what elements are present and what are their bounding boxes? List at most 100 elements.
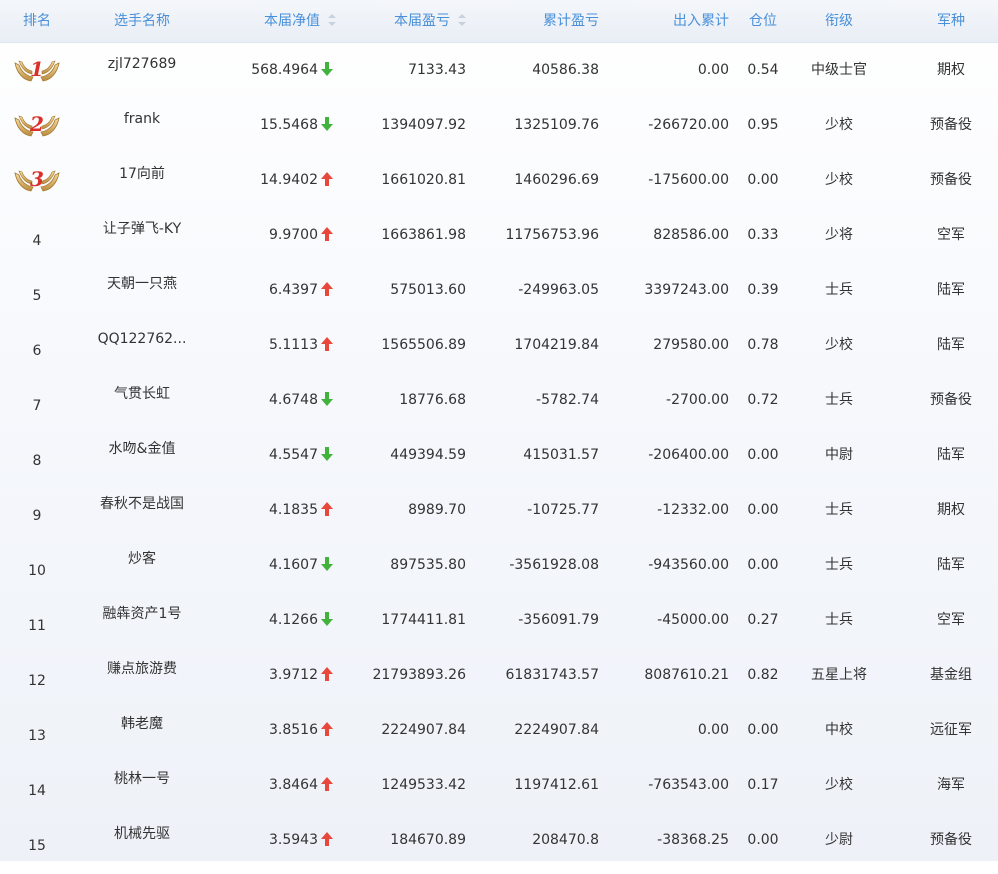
nav-value-text: 3.8464 xyxy=(269,777,318,793)
title-value-text: 中级士官 xyxy=(811,62,867,78)
position-value: 0.78 xyxy=(734,318,792,373)
pnl-value: 18776.68 xyxy=(336,373,466,428)
player-name[interactable]: 韩老魔 xyxy=(74,703,210,758)
cum-pnl-value: 1197412.61 xyxy=(466,758,599,813)
nav-value: 14.9402 xyxy=(212,153,318,208)
pnl-value: 1565506.89 xyxy=(336,318,466,373)
title-value-text: 士兵 xyxy=(825,282,853,298)
rank-number: 15 xyxy=(28,838,46,854)
arrow-down-icon xyxy=(321,62,333,76)
position-value-text: 0.78 xyxy=(747,337,779,353)
pnl-value: 184670.89 xyxy=(336,813,466,868)
in-out-value: -206400.00 xyxy=(599,428,729,483)
corps-value: 基金组 xyxy=(906,648,996,703)
player-name-text: 让子弹飞-KY xyxy=(102,221,182,237)
trend-cell xyxy=(318,318,336,373)
cum-pnl-value: 415031.57 xyxy=(466,428,599,483)
player-name[interactable]: 让子弹飞-KY xyxy=(74,208,210,263)
table-header: 排名 选手名称 本届净值 本届盈亏 累计盈亏 出入累计 仓位 衔级 军种 xyxy=(0,0,998,43)
cum-pnl-value: -356091.79 xyxy=(466,593,599,648)
player-name[interactable]: 气贯长虹 xyxy=(74,373,210,428)
nav-value: 4.5547 xyxy=(212,428,318,483)
rank-cell: 1 xyxy=(0,43,74,98)
player-name[interactable]: 桃林一号 xyxy=(74,758,210,813)
player-name[interactable]: 赚点旅游费 xyxy=(74,648,210,703)
player-name[interactable]: zjl727689 xyxy=(74,43,210,98)
player-name-text: 天朝一只燕 xyxy=(107,276,177,292)
corps-value-text: 预备役 xyxy=(930,392,972,408)
nav-value-text: 4.1266 xyxy=(269,612,318,628)
in-out-value-text: -266720.00 xyxy=(648,117,729,133)
corps-value-text: 陆军 xyxy=(937,557,965,573)
cum-pnl-value: 40586.38 xyxy=(466,43,599,98)
sort-icon xyxy=(328,14,336,26)
corps-value-text: 空军 xyxy=(937,227,965,243)
rank-cell: 4 xyxy=(0,214,74,269)
cum-pnl-value: 61831743.57 xyxy=(466,648,599,703)
player-name[interactable]: 水吻&金值 xyxy=(74,428,210,483)
table-row: 7 气贯长虹 4.6748 18776.68 -5782.74 -2700.00 0.72 士… xyxy=(0,373,998,428)
player-name-text: 水吻&金值 xyxy=(108,441,176,457)
arrow-up-icon xyxy=(321,227,333,241)
cum-pnl-value: 208470.8 xyxy=(466,813,599,868)
rank-number: 4 xyxy=(32,233,42,249)
pnl-value-text: 449394.59 xyxy=(390,447,466,463)
rank-number: 8 xyxy=(32,453,42,469)
in-out-value-text: -763543.00 xyxy=(648,777,729,793)
player-name[interactable]: 春秋不是战国 xyxy=(74,483,210,538)
player-name[interactable]: 融犇资产1号 xyxy=(74,593,210,648)
rank-medal-icon: 3 xyxy=(13,165,61,193)
player-name[interactable]: frank xyxy=(74,98,210,153)
position-value: 0.82 xyxy=(734,648,792,703)
table-row: 1 zjl727689 568.4964 7133.43 40586.38 0.00 0.5… xyxy=(0,43,998,98)
arrow-down-icon xyxy=(321,447,333,461)
position-value: 0.00 xyxy=(734,153,792,208)
position-value: 0.00 xyxy=(734,428,792,483)
title-value: 士兵 xyxy=(792,593,886,648)
pnl-value: 1663861.98 xyxy=(336,208,466,263)
player-name-text: 赚点旅游费 xyxy=(107,661,177,677)
cum-pnl-value-text: -249963.05 xyxy=(518,282,599,298)
nav-value: 3.8464 xyxy=(212,758,318,813)
pnl-value: 1249533.42 xyxy=(336,758,466,813)
player-name-text: zjl727689 xyxy=(107,56,177,72)
pnl-value: 7133.43 xyxy=(336,43,466,98)
pnl-value: 449394.59 xyxy=(336,428,466,483)
position-value: 0.00 xyxy=(734,813,792,868)
in-out-value: 0.00 xyxy=(599,43,729,98)
trend-cell xyxy=(318,538,336,593)
player-name[interactable]: 机械先驱 xyxy=(74,813,210,868)
table-row: 12 赚点旅游费 3.9712 21793893.26 61831743.57 80876… xyxy=(0,648,998,703)
rank-cell: 5 xyxy=(0,269,74,324)
table-row: 5 天朝一只燕 6.4397 575013.60 -249963.05 3397243.0… xyxy=(0,263,998,318)
title-value-text: 少校 xyxy=(825,777,853,793)
pnl-value-text: 184670.89 xyxy=(390,832,466,848)
header-position: 仓位 xyxy=(749,13,777,29)
nav-value: 3.8516 xyxy=(212,703,318,758)
header-pnl-sort[interactable]: 本届盈亏 xyxy=(336,0,466,42)
cum-pnl-value-text: -356091.79 xyxy=(518,612,599,628)
table-row: 13 韩老魔 3.8516 2224907.84 2224907.84 0.00 0.00 中… xyxy=(0,703,998,758)
rank-cell: 12 xyxy=(0,654,74,709)
player-name[interactable]: 天朝一只燕 xyxy=(74,263,210,318)
nav-value-text: 4.6748 xyxy=(269,392,318,408)
title-value-text: 士兵 xyxy=(825,392,853,408)
position-value: 0.17 xyxy=(734,758,792,813)
header-nav-sort[interactable]: 本届净值 xyxy=(212,0,336,42)
corps-value-text: 海军 xyxy=(937,777,965,793)
arrow-down-icon xyxy=(321,612,333,626)
title-value-text: 少校 xyxy=(825,337,853,353)
nav-value: 6.4397 xyxy=(212,263,318,318)
corps-value-text: 陆军 xyxy=(937,337,965,353)
player-name[interactable]: 17向前 xyxy=(74,153,210,208)
trend-cell xyxy=(318,428,336,483)
player-name[interactable]: 炒客 xyxy=(74,538,210,593)
player-name[interactable]: QQ122762... xyxy=(74,318,210,373)
table-row: 2 frank 15.5468 1394097.92 1325109.76 -266720… xyxy=(0,98,998,153)
table-row: 10 炒客 4.1607 897535.80 -3561928.08 -943560.00… xyxy=(0,538,998,593)
corps-value: 预备役 xyxy=(906,153,996,208)
arrow-up-icon xyxy=(321,667,333,681)
rank-number: 11 xyxy=(28,618,46,634)
header-rank: 排名 xyxy=(23,13,51,29)
nav-value: 568.4964 xyxy=(212,43,318,98)
